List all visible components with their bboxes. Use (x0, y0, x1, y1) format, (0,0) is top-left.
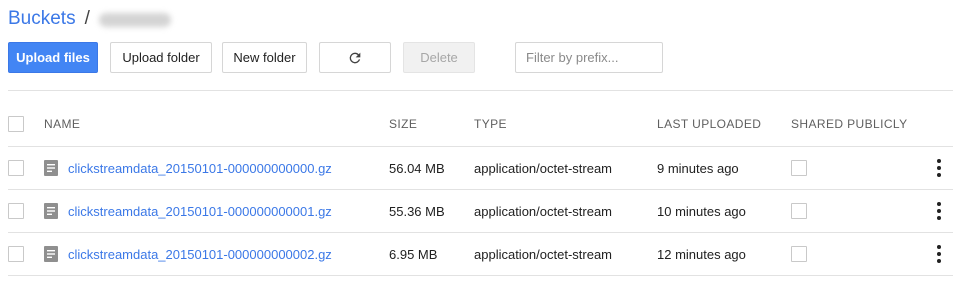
row-select-cell (8, 147, 24, 189)
breadcrumb-separator: / (84, 8, 90, 29)
table-top-divider (8, 90, 953, 91)
more-options-icon[interactable] (931, 200, 947, 222)
shared-publicly-cell (791, 147, 807, 189)
file-size: 55.36 MB (389, 203, 445, 219)
upload-folder-button[interactable]: Upload folder (110, 42, 212, 73)
shared-publicly-checkbox[interactable] (791, 246, 807, 262)
refresh-button[interactable] (319, 42, 391, 73)
column-header-size[interactable]: SIZE (389, 102, 417, 146)
column-header-type[interactable]: TYPE (474, 102, 507, 146)
row-select-checkbox[interactable] (8, 160, 24, 176)
select-all-cell (8, 102, 24, 146)
file-name-text[interactable]: clickstreamdata_20150101-000000000002.gz (68, 247, 332, 262)
filter-by-prefix-input[interactable] (515, 42, 663, 73)
file-type: application/octet-stream (474, 160, 613, 176)
table-header-row: NAME SIZE TYPE LAST UPLOADED SHARED PUBL… (8, 102, 953, 147)
file-icon (44, 160, 58, 176)
breadcrumb-buckets-link[interactable]: Buckets (8, 8, 76, 30)
file-name-text[interactable]: clickstreamdata_20150101-000000000001.gz (68, 204, 332, 219)
file-name-text[interactable]: clickstreamdata_20150101-000000000000.gz (68, 161, 332, 176)
row-menu-cell (931, 233, 947, 275)
more-options-icon[interactable] (931, 157, 947, 179)
row-select-checkbox[interactable] (8, 246, 24, 262)
file-last-uploaded: 12 minutes ago (657, 246, 746, 262)
file-icon (44, 246, 58, 262)
table-row: clickstreamdata_20150101-000000000002.gz… (8, 233, 953, 276)
column-header-name[interactable]: NAME (44, 102, 80, 146)
more-options-icon[interactable] (931, 243, 947, 265)
file-size: 6.95 MB (389, 246, 438, 262)
file-icon-cell (44, 190, 58, 232)
select-all-checkbox[interactable] (8, 116, 24, 132)
table-row: clickstreamdata_20150101-000000000000.gz… (8, 147, 953, 190)
shared-publicly-cell (791, 233, 807, 275)
shared-publicly-checkbox[interactable] (791, 203, 807, 219)
shared-publicly-checkbox[interactable] (791, 160, 807, 176)
row-select-checkbox[interactable] (8, 203, 24, 219)
file-last-uploaded: 9 minutes ago (657, 160, 739, 176)
row-select-cell (8, 190, 24, 232)
file-size: 56.04 MB (389, 160, 445, 176)
delete-button[interactable]: Delete (403, 42, 475, 73)
file-name-link[interactable]: clickstreamdata_20150101-000000000000.gz (68, 147, 332, 189)
file-icon-cell (44, 233, 58, 275)
file-name-link[interactable]: clickstreamdata_20150101-000000000002.gz (68, 233, 332, 275)
row-menu-cell (931, 147, 947, 189)
row-select-cell (8, 233, 24, 275)
breadcrumb: Buckets / (8, 6, 171, 32)
shared-publicly-cell (791, 190, 807, 232)
file-icon (44, 203, 58, 219)
storage-browser: Buckets / Upload files Upload folder New… (0, 0, 961, 286)
file-type: application/octet-stream (474, 246, 613, 262)
file-icon-cell (44, 147, 58, 189)
row-menu-cell (931, 190, 947, 232)
breadcrumb-current-bucket-redacted (98, 13, 171, 27)
refresh-icon (349, 52, 361, 63)
column-header-last-uploaded[interactable]: LAST UPLOADED (657, 102, 761, 146)
file-type: application/octet-stream (474, 203, 613, 219)
new-folder-button[interactable]: New folder (222, 42, 307, 73)
upload-files-button[interactable]: Upload files (8, 42, 98, 73)
file-name-link[interactable]: clickstreamdata_20150101-000000000001.gz (68, 190, 332, 232)
file-last-uploaded: 10 minutes ago (657, 203, 746, 219)
column-header-shared-publicly: SHARED PUBLICLY (791, 117, 908, 131)
table-row: clickstreamdata_20150101-000000000001.gz… (8, 190, 953, 233)
